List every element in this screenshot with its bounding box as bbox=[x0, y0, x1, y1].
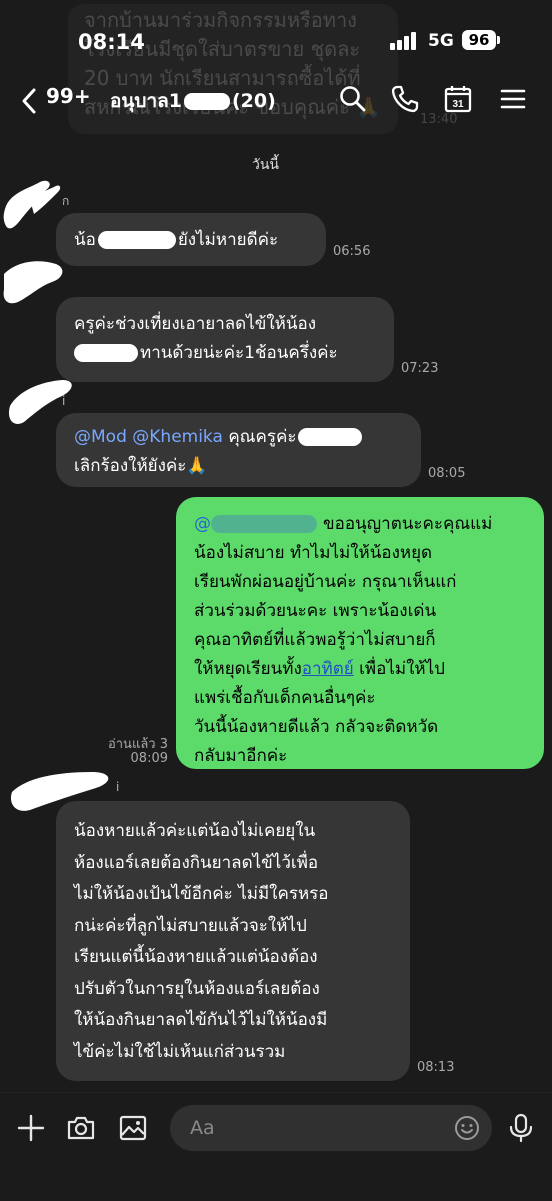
camera-icon[interactable] bbox=[66, 1113, 96, 1143]
message-time: 06:56 bbox=[333, 244, 371, 259]
sender-name: i bbox=[62, 394, 66, 408]
plus-icon[interactable] bbox=[16, 1113, 46, 1143]
message-time: 08:09 bbox=[130, 751, 168, 766]
chat-title[interactable]: อนุบาล1 (20) bbox=[110, 86, 276, 116]
message-bubble[interactable]: น้อ ยังไม่หายดีค่ะ bbox=[56, 213, 326, 266]
mention-link[interactable]: @ bbox=[194, 514, 211, 534]
message-text: ห้องแอร์เลยต้องกินยาลดไข้ไว้เพื่อ bbox=[74, 852, 319, 873]
message-composer: Aa bbox=[0, 1092, 552, 1201]
battery-level: 96 bbox=[462, 30, 496, 50]
mention-link[interactable]: @Mod bbox=[74, 427, 127, 447]
status-bar: 08:14 5G 96 bbox=[0, 0, 552, 80]
message-text: ส่วนร่วมด้วยนะคะ เพราะน้องเด่น bbox=[194, 601, 437, 621]
battery-nub bbox=[497, 36, 500, 44]
message-text: ไม่ให้น้องเป้นไข้อีกค่ะ ไม่มีใครหรอ bbox=[74, 884, 329, 904]
message-text: ครูค่ะช่วงเที่ยงเอายาลดไข้ให้น้อง bbox=[74, 314, 317, 334]
redaction-mark bbox=[74, 344, 138, 362]
message-text: เรียนพักผ่อนอยู่บ้านค่ะ กรุณาเห็นแก่ bbox=[194, 572, 457, 592]
message-time: 07:23 bbox=[401, 361, 439, 376]
sender-name: i bbox=[116, 780, 120, 794]
calendar-icon[interactable]: 31 bbox=[443, 84, 473, 114]
message-input[interactable]: Aa bbox=[170, 1105, 492, 1151]
emoji-icon[interactable] bbox=[454, 1115, 480, 1141]
mention-link[interactable]: @Khemika bbox=[132, 427, 223, 447]
search-icon[interactable] bbox=[338, 84, 368, 114]
signal-icon bbox=[390, 32, 420, 50]
message-text: น้อ bbox=[74, 230, 96, 250]
message-text: คุณครูค่ะ bbox=[228, 427, 297, 447]
message-text: ขออนุญาตนะคะคุณแม่ bbox=[323, 514, 493, 534]
message-bubble[interactable]: ครูค่ะช่วงเที่ยงเอายาลดไข้ให้น้อง ทานด้ว… bbox=[56, 297, 394, 382]
redaction-mark bbox=[184, 92, 230, 110]
message-text: คุณอาทิตย์ที่แล้วพอรู้ว่าไม่สบายก็ bbox=[194, 630, 436, 650]
outgoing-message-bubble[interactable]: @ ขออนุญาตนะคะคุณแม่ น้องไม่สบาย ทำไมไม่ใ… bbox=[176, 497, 544, 769]
redaction-mark bbox=[211, 515, 317, 533]
message-text: ให้หยุดเรียนทั้ง bbox=[194, 659, 302, 679]
message-text: ไข้ค่ะไม่ใช้ไม่เห้นแก่ส่วนรวม bbox=[74, 1041, 286, 1062]
redaction-mark bbox=[298, 428, 363, 446]
message-text: น้องไม่สบาย ทำไมไม่ให้น้องหยุด bbox=[194, 543, 433, 563]
sender-name: ก bbox=[62, 194, 70, 208]
message-time: 08:05 bbox=[428, 466, 466, 481]
network-type: 5G bbox=[428, 31, 454, 51]
message-input-placeholder: Aa bbox=[190, 1117, 215, 1139]
date-divider: วันนี้ bbox=[252, 157, 280, 173]
status-time: 08:14 bbox=[78, 30, 145, 54]
message-text: กลับมาอีกค่ะ bbox=[194, 746, 288, 766]
member-count: (20) bbox=[232, 90, 276, 112]
redacted-avatar bbox=[3, 261, 63, 304]
message-text: ให้น้องกินยาลดไข้กันไว้ไม่ให้น้องมี bbox=[74, 1010, 328, 1030]
message-text: แพร่เชื้อกับเด็กคนอื่นๆค่ะ bbox=[194, 688, 376, 708]
chat-title-prefix: อนุบาล1 bbox=[110, 90, 182, 112]
inline-link[interactable]: อาทิตย์ bbox=[302, 659, 354, 679]
microphone-icon[interactable] bbox=[506, 1113, 536, 1143]
unread-count[interactable]: 99+ bbox=[46, 84, 91, 108]
message-text: เรียนแต่นี้น้องหายแล้วแต่น้องต้อง bbox=[74, 947, 318, 967]
redaction-mark bbox=[97, 231, 176, 249]
message-text: วันนี้น้องหายดีแล้ว กลัวจะติดหวัด bbox=[194, 717, 439, 737]
message-bubble[interactable]: น้องหายแล้วค่ะแต่น้องไม่เคยยุใน ห้องแอร์… bbox=[56, 801, 410, 1081]
message-time: 08:13 bbox=[417, 1060, 455, 1075]
message-text: ทานด้วยน่ะค่ะ1ช้อนครึ่งค่ะ bbox=[140, 343, 338, 363]
phone-icon[interactable] bbox=[390, 84, 420, 114]
message-text: น้องหายแล้วค่ะแต่น้องไม่เคยยุใน bbox=[74, 821, 316, 841]
message-text: ยังไม่หายดีค่ะ bbox=[177, 230, 279, 250]
image-icon[interactable] bbox=[118, 1113, 148, 1143]
message-text: ปรับตัวในการยุในห้องแอร์เลยต้อง bbox=[74, 978, 320, 999]
message-text: เลิกร้องให้ยังค่ะ🙏 bbox=[74, 456, 208, 476]
chat-header: 99+ อนุบาล1 (20) 31 bbox=[0, 78, 552, 122]
menu-icon[interactable] bbox=[498, 84, 528, 114]
message-text: เพื่อไม่ให้ไป bbox=[353, 659, 445, 679]
message-bubble[interactable]: @Mod @Khemika คุณครูค่ะ เลิกร้องให้ยังค่… bbox=[56, 413, 421, 487]
calendar-icon-day: 31 bbox=[452, 99, 464, 110]
message-text: กน่ะค่ะที่ลูกไม่สบายแล้วจะให้ไป bbox=[74, 915, 307, 936]
